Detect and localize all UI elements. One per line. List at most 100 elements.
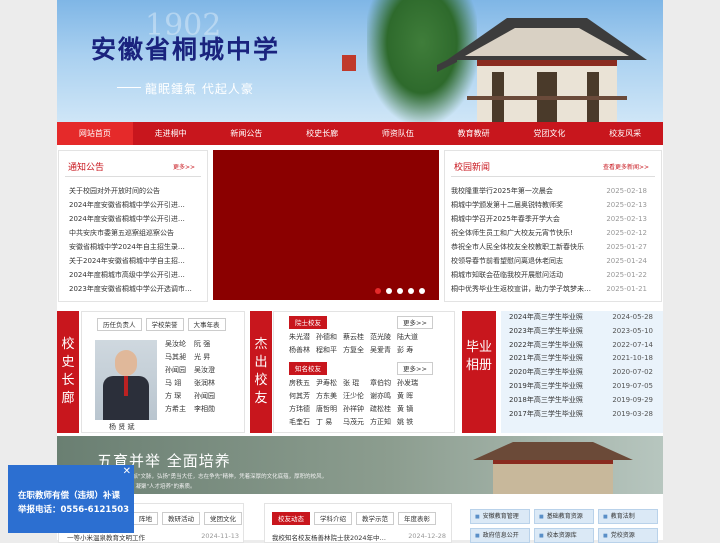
alumni-name[interactable]: 疏松桂 (370, 403, 397, 416)
alumni-name[interactable]: 孙发瑞 (397, 377, 424, 390)
news-item[interactable]: 校领导春节前看望慰问离退休老同志 2025-01-24 (451, 254, 647, 268)
carousel-dot[interactable] (397, 288, 403, 294)
notice-item[interactable]: 2024年度桐城市高级中学公开引进… (69, 268, 204, 282)
leader-name[interactable]: 方希主 (165, 403, 192, 416)
tab-demo[interactable]: 教学示范 (356, 512, 394, 525)
image-carousel[interactable] (213, 150, 439, 300)
famous-more[interactable]: 更多>> (397, 362, 433, 375)
news-item[interactable]: 恭祝全市人民全体校友全校教职工新春快乐 2025-01-27 (451, 240, 647, 254)
alumni-name[interactable]: 何其芳 (289, 390, 316, 403)
carousel-dot[interactable] (419, 288, 425, 294)
notices-more-link[interactable]: 更多>> (173, 162, 195, 171)
alumni-name[interactable]: 方玮德 (289, 403, 316, 416)
tab-subjects[interactable]: 学科介绍 (314, 512, 352, 525)
nav-history[interactable]: 校史长廊 (284, 122, 360, 145)
news-item[interactable]: 桐中优秀毕业生返校宣讲，助力学子筑梦未… 2025-01-21 (451, 282, 647, 296)
leader-name[interactable]: 吴汝纶 (165, 338, 192, 351)
alumni-name[interactable]: 范光陵 (370, 331, 397, 344)
graduation-item[interactable]: 2022年高三学生毕业照 2022-07-14 (501, 339, 663, 353)
alumni-name[interactable]: 马茂元 (343, 416, 370, 429)
notice-item[interactable]: 2024年度安徽省桐城中学公开引进… (69, 198, 204, 212)
alumni-name[interactable]: 毛奎石 (289, 416, 316, 429)
nav-faculty[interactable]: 师资队伍 (360, 122, 436, 145)
leader-name[interactable]: 马 翊 (165, 377, 192, 390)
news-item[interactable]: 桐城中学召开2025年春季开学大会 2025-02-13 (451, 212, 647, 226)
tab-honors[interactable]: 学校荣誉 (145, 318, 184, 331)
tab-leaders[interactable]: 历任负责人 (97, 318, 142, 331)
tab-awards[interactable]: 年度表彰 (398, 512, 436, 525)
alumni-name[interactable]: 谢亦鸣 (370, 390, 397, 403)
tab-timeline[interactable]: 大事年表 (187, 318, 226, 331)
notice-item[interactable]: 关于校园对外开放时间的公告 (69, 184, 204, 198)
resource-link[interactable]: 党校资源 (598, 528, 658, 543)
resource-link[interactable]: 教育法制 (598, 509, 658, 524)
alumni-name[interactable]: 蔡云桂 (343, 331, 370, 344)
alumni-name[interactable]: 黄 晖 (397, 390, 424, 403)
nav-party[interactable]: 党团文化 (512, 122, 588, 145)
graduation-item[interactable]: 2017年高三学生毕业照 2019-03-28 (501, 408, 663, 422)
resource-link[interactable]: 基础教育资源 (534, 509, 594, 524)
leader-name[interactable]: 阮 强 (194, 338, 221, 351)
nav-teaching[interactable]: 教育教研 (436, 122, 512, 145)
leader-name[interactable]: 吴汝澄 (194, 364, 221, 377)
leader-name[interactable]: 方 琛 (165, 390, 192, 403)
alumni-name[interactable]: 方东美 (316, 390, 343, 403)
notice-item[interactable]: 关于2024年安徽省桐城中学自主招… (69, 254, 204, 268)
leader-name[interactable]: 张润林 (194, 377, 221, 390)
notice-item[interactable]: 中共安庆市委第五巡察组巡察公告 (69, 226, 204, 240)
alumni-name[interactable]: 汪少伦 (343, 390, 370, 403)
tab-position[interactable]: 阵地 (133, 512, 158, 525)
nav-news[interactable]: 新闻公告 (209, 122, 285, 145)
alumni-name[interactable]: 陆大道 (397, 331, 424, 344)
leader-name[interactable]: 孙闻园 (165, 364, 192, 377)
graduation-item[interactable]: 2023年高三学生毕业照 2023-05-10 (501, 325, 663, 339)
alumni-name[interactable]: 房秩五 (289, 377, 316, 390)
alumni-name[interactable]: 方复全 (343, 344, 370, 357)
alumni-name[interactable]: 吴爱青 (370, 344, 397, 357)
alumni-name[interactable]: 彭 寿 (397, 344, 424, 357)
resource-link[interactable]: 政府信息公开 (470, 528, 530, 543)
news-item[interactable]: 祝全体师生员工和广大校友元宵节快乐! 2025-02-12 (451, 226, 647, 240)
alumni-name[interactable]: 朱光潜 (289, 331, 316, 344)
alumni-name[interactable]: 杨善林 (289, 344, 316, 357)
tab-research[interactable]: 教研活动 (162, 512, 200, 525)
list-item[interactable]: 我校知名校友杨善林院士获2024年中… 2024-12-28 (272, 532, 446, 542)
graduation-item[interactable]: 2019年高三学生毕业照 2019-07-05 (501, 380, 663, 394)
leader-name[interactable]: 李相勋 (194, 403, 221, 416)
alumni-name[interactable]: 方正知 (370, 416, 397, 429)
alumni-name[interactable]: 黄 镝 (397, 403, 424, 416)
tab-party-culture[interactable]: 党团文化 (204, 512, 242, 525)
alumni-name[interactable]: 章伯钧 (370, 377, 397, 390)
graduation-item[interactable]: 2021年高三学生毕业照 2021-10-18 (501, 352, 663, 366)
news-item[interactable]: 桐城中学颁发第十二届奥锐特教师奖 2025-02-13 (451, 198, 647, 212)
alumni-name[interactable]: 孙德和 (316, 331, 343, 344)
nav-alumni[interactable]: 校友风采 (587, 122, 663, 145)
resource-link[interactable]: 校本资源库 (534, 528, 594, 543)
notice-item[interactable]: 安徽省桐城中学2024年自主招生录… (69, 240, 204, 254)
academicians-more[interactable]: 更多>> (397, 316, 433, 329)
tab-alumni-news[interactable]: 校友动态 (272, 512, 310, 525)
carousel-dot[interactable] (408, 288, 414, 294)
carousel-dot[interactable] (375, 288, 381, 294)
notice-item[interactable]: 2024年度安徽省桐城中学公开引进… (69, 212, 204, 226)
close-icon[interactable]: ✕ (123, 466, 131, 477)
tab-famous-alumni[interactable]: 知名校友 (289, 362, 327, 375)
leader-name[interactable]: 马其昶 (165, 351, 192, 364)
graduation-item[interactable]: 2018年高三学生毕业照 2019-09-29 (501, 394, 663, 408)
leader-name[interactable]: 光 昇 (194, 351, 221, 364)
news-more-link[interactable]: 查看更多新闻>> (603, 162, 649, 171)
news-item[interactable]: 桐城市知联会莅临我校开展慰问活动 2025-01-22 (451, 268, 647, 282)
alumni-name[interactable]: 孙祥钟 (343, 403, 370, 416)
carousel-dot[interactable] (386, 288, 392, 294)
report-popup[interactable]: ✕ 在职教师有偿（违规）补课 举报电话：0556-6121503 (8, 465, 134, 533)
alumni-name[interactable]: 尹寿松 (316, 377, 343, 390)
alumni-name[interactable]: 姚 铁 (397, 416, 424, 429)
nav-about[interactable]: 走进桐中 (133, 122, 209, 145)
alumni-name[interactable]: 唐哲明 (316, 403, 343, 416)
graduation-item[interactable]: 2020年高三学生毕业照 2020-07-02 (501, 366, 663, 380)
notice-item[interactable]: 2023年度安徽省桐城中学公开选调市… (69, 282, 204, 296)
alumni-name[interactable]: 程和平 (316, 344, 343, 357)
graduation-item[interactable]: 2024年高三学生毕业照 2024-05-28 (501, 311, 663, 325)
tab-academicians[interactable]: 院士校友 (289, 316, 327, 329)
leader-name[interactable]: 孙闻园 (194, 390, 221, 403)
